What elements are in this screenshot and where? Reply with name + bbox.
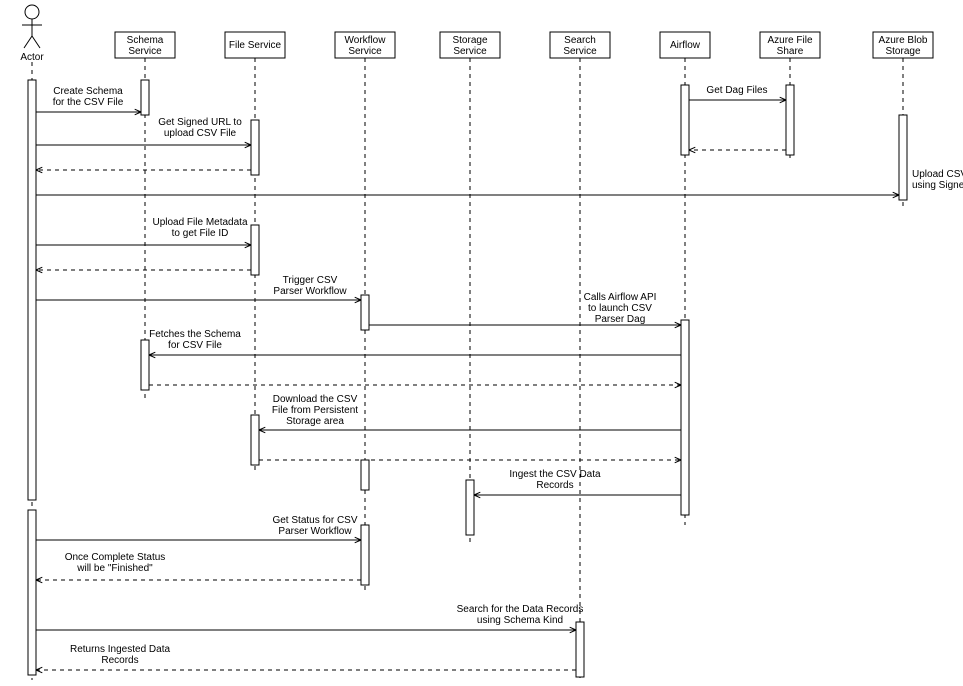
activation-actor-2 xyxy=(28,510,36,675)
msg-get-status-label: Get Status for CSVParser Workflow xyxy=(272,515,357,537)
activation-storage xyxy=(466,480,474,535)
participant-storage: StorageService xyxy=(440,32,500,58)
svg-text:File Service: File Service xyxy=(229,40,282,51)
svg-text:Airflow: Airflow xyxy=(670,40,701,51)
participant-schema: SchemaService xyxy=(115,32,175,58)
participant-workflow: WorkflowService xyxy=(335,32,395,58)
msg-download-csv-label: Download the CSVFile from PersistentStor… xyxy=(272,394,358,427)
participant-azfile: Azure FileShare xyxy=(760,32,820,58)
msg-fetch-schema-label: Fetches the Schemafor CSV File xyxy=(149,329,241,351)
activation-azfile xyxy=(786,85,794,155)
msg-get-signed-url-label: Get Signed URL toupload CSV File xyxy=(158,117,242,139)
svg-text:Azure BlobStorage: Azure BlobStorage xyxy=(879,35,928,57)
msg-create-schema-label: Create Schemafor the CSV File xyxy=(53,86,124,108)
participant-search: SearchService xyxy=(550,32,610,58)
msg-ingest-label: Ingest the CSV DataRecords xyxy=(509,469,601,491)
activation-actor-1 xyxy=(28,80,36,500)
msg-call-airflow-label: Calls Airflow APIto launch CSVParser Dag xyxy=(584,292,657,325)
activation-file-3 xyxy=(251,415,259,465)
svg-text:SearchService: SearchService xyxy=(563,35,597,57)
msg-trigger-workflow-label: Trigger CSVParser Workflow xyxy=(273,275,347,297)
activation-schema-2 xyxy=(141,340,149,390)
msg-search-label: Search for the Data Recordsusing Schema … xyxy=(457,604,584,626)
participant-airflow: Airflow xyxy=(660,32,710,58)
msg-upload-csv-label: Upload CSV Fileusing Signed URL xyxy=(912,169,963,191)
activation-airflow-1 xyxy=(681,85,689,155)
activation-workflow-3 xyxy=(361,525,369,585)
svg-text:SchemaService: SchemaService xyxy=(127,35,164,57)
activation-workflow-2 xyxy=(361,460,369,490)
return-records-label: Returns Ingested DataRecords xyxy=(70,644,170,666)
actor-icon xyxy=(22,5,42,48)
svg-text:WorkflowService: WorkflowService xyxy=(345,35,387,57)
msg-upload-metadata-label: Upload File Metadatato get File ID xyxy=(152,217,247,239)
participant-file: File Service xyxy=(225,32,285,58)
activation-azblob xyxy=(899,115,907,200)
activation-file-2 xyxy=(251,225,259,275)
svg-text:StorageService: StorageService xyxy=(452,35,487,57)
activation-search xyxy=(576,622,584,677)
return-status-label: Once Complete Statuswill be "Finished" xyxy=(65,552,166,574)
activation-workflow-1 xyxy=(361,295,369,330)
actor-label: Actor xyxy=(20,52,44,63)
msg-get-dag-files-label: Get Dag Files xyxy=(706,85,767,96)
activation-schema-1 xyxy=(141,80,149,115)
activation-airflow-2 xyxy=(681,320,689,515)
participant-azblob: Azure BlobStorage xyxy=(873,32,933,58)
activation-file-1 xyxy=(251,120,259,175)
